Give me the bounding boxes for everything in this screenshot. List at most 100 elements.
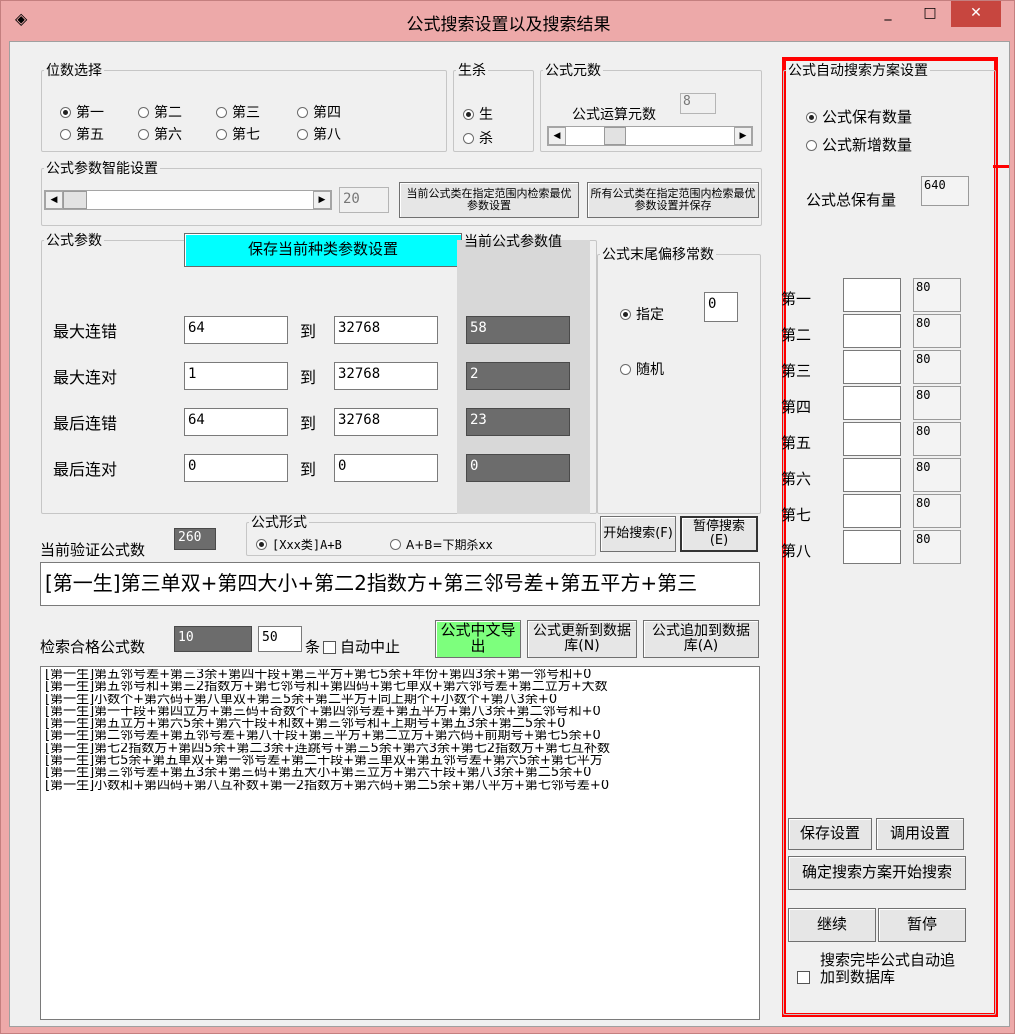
continue-button[interactable]: 继续 <box>788 908 876 942</box>
digit-radio-label: 第七 <box>232 127 260 143</box>
radio-specified[interactable]: 指定 <box>620 304 664 324</box>
result-row[interactable]: [第一生]第一十段+第四立方+第三码+奇数个+第四邻号差+第五平方+第八3余+第… <box>45 706 755 718</box>
auto-row-input[interactable] <box>843 350 901 384</box>
result-row[interactable]: [第一生]小数和+第四码+第八互补数+第一2指数方+第六码+第二5余+第八平方+… <box>45 780 755 792</box>
auto-row-input[interactable] <box>843 530 901 564</box>
element-count-scrollbar[interactable]: ◀ ▶ <box>547 126 753 146</box>
close-button[interactable]: ✕ <box>951 1 1001 27</box>
param-current-value: 2 <box>466 362 570 390</box>
result-row[interactable]: [第一生]第三邻号差+第五3余+第三码+第五大小+第三立方+第六十段+第八3余+… <box>45 767 755 779</box>
param-to-field[interactable]: 32768 <box>334 316 438 344</box>
radio-specified-label: 指定 <box>636 307 664 323</box>
param-from-field[interactable]: 64 <box>184 316 288 344</box>
radio-dot <box>620 309 631 320</box>
scroll-right-icon[interactable]: ▶ <box>734 127 752 145</box>
result-row[interactable]: [第一生]小数个+第六码+第八单双+第三5余+第二平方+同上期个+小数个+第八3… <box>45 694 755 706</box>
auto-row-input[interactable] <box>843 422 901 456</box>
auto-row-input[interactable] <box>843 278 901 312</box>
digit-radio-label: 第三 <box>232 105 260 121</box>
scroll-left-icon[interactable]: ◀ <box>548 127 566 145</box>
minimize-button[interactable]: _ <box>871 1 905 27</box>
smart-value-field[interactable]: 20 <box>339 187 389 213</box>
auto-row-input[interactable] <box>843 386 901 420</box>
radio-keep-count[interactable]: 公式保有数量 <box>806 106 912 127</box>
param-to-field[interactable]: 32768 <box>334 362 438 390</box>
offset-value-field[interactable]: 0 <box>704 292 738 322</box>
scroll-right-icon[interactable]: ▶ <box>313 191 331 209</box>
limit-field[interactable]: 50 <box>258 626 302 652</box>
param-from-field[interactable]: 64 <box>184 408 288 436</box>
digit-radio-6[interactable]: 第六 <box>138 124 182 144</box>
radio-dot <box>463 109 474 120</box>
form-group-label: 公式形式 <box>251 515 307 531</box>
save-params-button[interactable]: 保存当前种类参数设置 <box>184 233 462 267</box>
digit-radio-7[interactable]: 第七 <box>216 124 260 144</box>
result-row[interactable]: [第一生]第七2指数方+第四5余+第二3余+连跳号+第三5余+第六3余+第七2指… <box>45 743 755 755</box>
maximize-button[interactable]: □ <box>913 1 947 27</box>
start-search-button[interactable]: 开始搜索(F) <box>600 516 676 552</box>
current-formula-field[interactable]: [第一生]第三单双+第四大小+第二2指数方+第三邻号差+第五平方+第三 <box>40 562 760 606</box>
auto-row-count: 80 <box>913 314 961 348</box>
param-to-field[interactable]: 0 <box>334 454 438 482</box>
checkbox-box <box>323 641 336 654</box>
results-list[interactable]: [第一生]第五邻号差+第三3余+第四十段+第三平方+第七5余+年份+第四3余+第… <box>40 666 760 1020</box>
digit-radio-label: 第五 <box>76 127 104 143</box>
append-db-button[interactable]: 公式追加到数据库(A) <box>643 620 759 658</box>
auto-row-label: 第六 <box>781 470 812 488</box>
auto-append-checkbox[interactable] <box>797 970 813 986</box>
param-from-field[interactable]: 0 <box>184 454 288 482</box>
auto-stop-checkbox[interactable]: 自动中止 <box>323 636 400 657</box>
digit-radio-1[interactable]: 第一 <box>60 102 104 122</box>
element-count-field[interactable]: 8 <box>680 93 716 114</box>
radio-form-kill-label: A+B=下期杀xx <box>406 538 493 552</box>
radio-form-xxx[interactable]: [Xxx类]A+B <box>256 536 342 553</box>
auto-row-label: 第四 <box>781 398 812 416</box>
pause-search-button[interactable]: 暂停搜索(E) <box>680 516 758 552</box>
radio-sha[interactable]: 杀 <box>463 128 493 148</box>
param-from-field[interactable]: 1 <box>184 362 288 390</box>
confirm-start-search-button[interactable]: 确定搜索方案开始搜索 <box>788 856 966 890</box>
scroll-left-icon[interactable]: ◀ <box>45 191 63 209</box>
auto-row-label: 第二 <box>781 326 812 344</box>
digit-radio-4[interactable]: 第四 <box>297 102 341 122</box>
digit-radio-2[interactable]: 第二 <box>138 102 182 122</box>
load-settings-button[interactable]: 调用设置 <box>876 818 964 850</box>
result-row[interactable]: [第一生]第五邻号和+第三2指数方+第七邻号和+第四码+第七单双+第六邻号差+第… <box>45 681 755 693</box>
param-to-field[interactable]: 32768 <box>334 408 438 436</box>
search-best-all-save-button[interactable]: 所有公式类在指定范围内检索最优参数设置并保存 <box>587 182 759 218</box>
radio-dot <box>806 112 817 123</box>
auto-row-input[interactable] <box>843 314 901 348</box>
param-current-value: 23 <box>466 408 570 436</box>
title-bar: ◈ 公式搜索设置以及搜索结果 _ □ ✕ <box>1 1 1015 41</box>
total-keep-label: 公式总保有量 <box>806 191 897 209</box>
auto-row-input[interactable] <box>843 494 901 528</box>
auto-row-input[interactable] <box>843 458 901 492</box>
radio-random[interactable]: 随机 <box>620 359 664 379</box>
digit-radio-label: 第六 <box>154 127 182 143</box>
digit-radio-5[interactable]: 第五 <box>60 124 104 144</box>
result-row[interactable]: [第一生]第五立方+第六5余+第六十段+和数+第三邻号和+上期号+第五3余+第二… <box>45 718 755 730</box>
qualified-count-label: 检索合格公式数 <box>40 638 146 656</box>
radio-dot <box>60 129 71 140</box>
smart-settings-scrollbar[interactable]: ◀ ▶ <box>44 190 332 210</box>
radio-random-label: 随机 <box>636 362 664 378</box>
digit-radio-8[interactable]: 第八 <box>297 124 341 144</box>
radio-dot <box>390 539 401 550</box>
auto-row-label: 第一 <box>781 290 812 308</box>
update-db-button[interactable]: 公式更新到数据库(N) <box>527 620 637 658</box>
save-settings-button[interactable]: 保存设置 <box>788 818 872 850</box>
radio-sha-label: 杀 <box>479 131 493 147</box>
scroll-thumb[interactable] <box>604 127 626 145</box>
param-to-label: 到 <box>300 414 317 433</box>
search-best-current-button[interactable]: 当前公式类在指定范围内检索最优参数设置 <box>399 182 579 218</box>
result-row[interactable]: [第一生]第五邻号差+第三3余+第四十段+第三平方+第七5余+年份+第四3余+第… <box>45 669 755 681</box>
radio-sheng[interactable]: 生 <box>463 104 493 124</box>
pause-button[interactable]: 暂停 <box>878 908 966 942</box>
digit-radio-3[interactable]: 第三 <box>216 102 260 122</box>
scroll-thumb[interactable] <box>63 191 87 209</box>
export-chinese-button[interactable]: 公式中文导出 <box>435 620 521 658</box>
result-row[interactable]: [第一生]第七5余+第五单双+第一邻号差+第二十段+第三单双+第五邻号差+第六5… <box>45 755 755 767</box>
result-row[interactable]: [第一生]第二邻号差+第五邻号差+第八十段+第三平方+第二立方+第六码+前期号+… <box>45 730 755 742</box>
radio-form-kill[interactable]: A+B=下期杀xx <box>390 536 493 553</box>
radio-new-count[interactable]: 公式新增数量 <box>806 134 912 155</box>
